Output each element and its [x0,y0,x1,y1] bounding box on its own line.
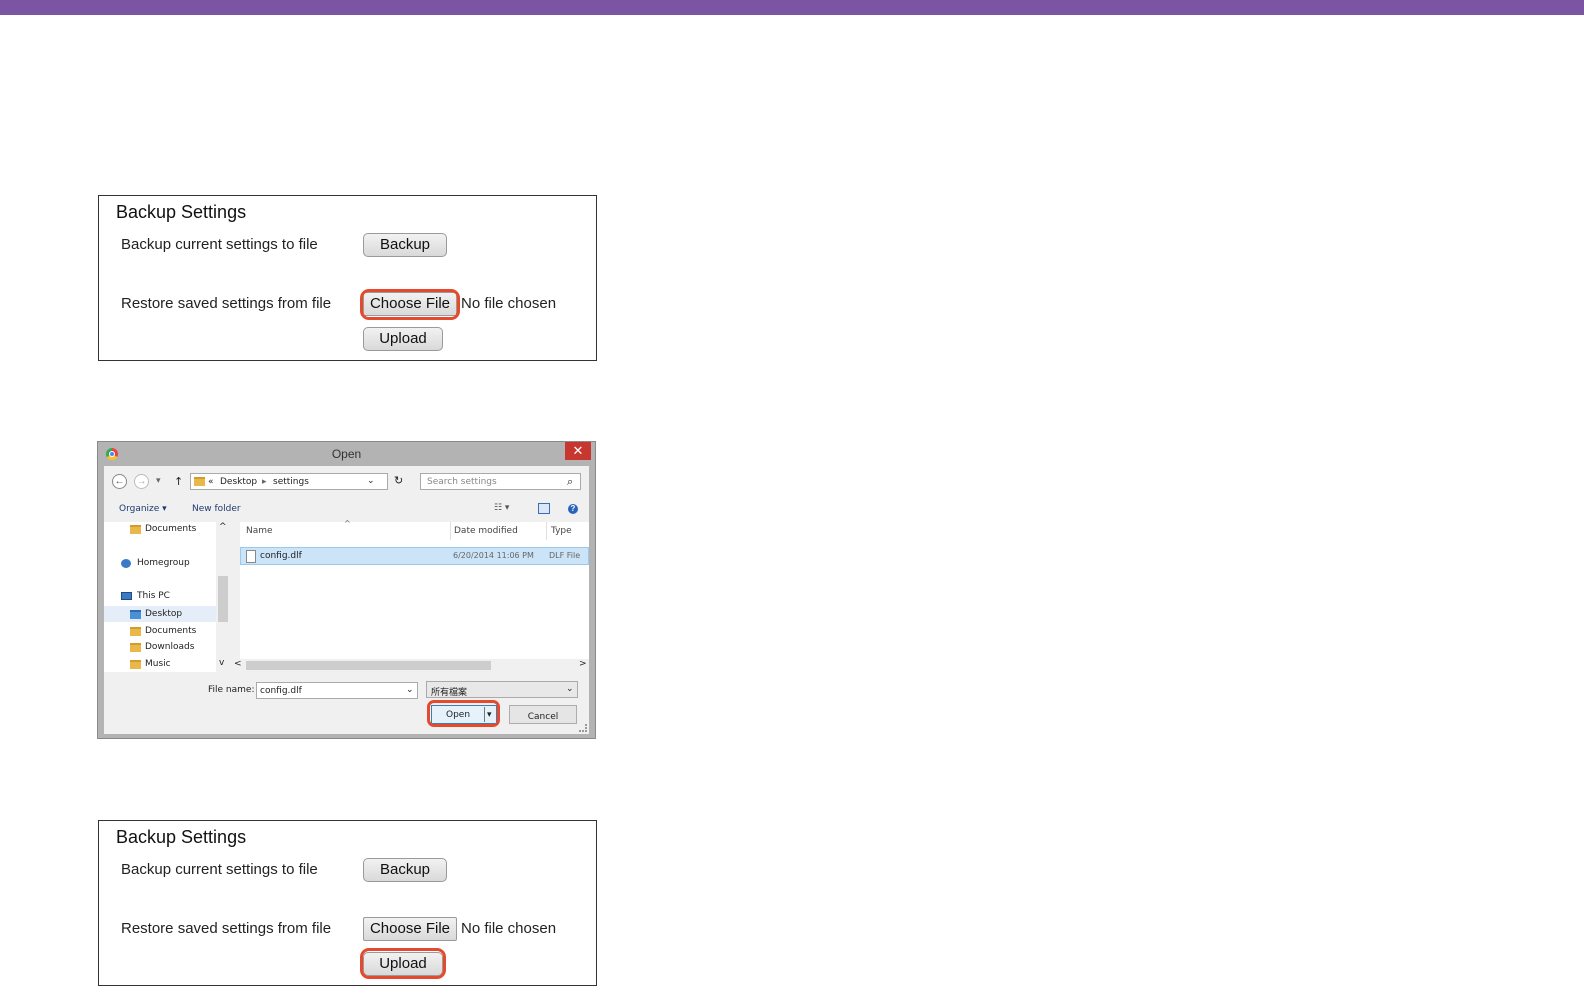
open-button[interactable]: Open ▾ [431,705,497,724]
scroll-left-icon[interactable]: < [234,659,242,669]
resize-grip-icon[interactable] [579,724,587,732]
folder-icon [130,525,141,534]
navigation-pane: Documents Homegroup This PC Desktop Docu… [104,522,230,672]
file-date: 6/20/2014 11:06 PM [453,551,534,560]
backup-label: Backup current settings to file [121,861,318,878]
file-row[interactable]: config.dlf 6/20/2014 11:06 PM DLF File [240,547,589,565]
open-button-label: Open [446,710,471,720]
panel-title: Backup Settings [116,827,247,847]
search-input[interactable]: Search settings ⌕ [420,473,581,490]
scroll-down-icon[interactable]: v [219,658,224,668]
forward-icon[interactable]: → [134,474,149,489]
file-name-dropdown-icon[interactable]: ⌄ [406,685,414,695]
file-scroll-thumb[interactable] [246,661,491,670]
column-type[interactable]: Type [551,526,572,536]
split-divider [484,707,485,722]
dialog-titlebar: Open ✕ [98,442,595,466]
file-type-filter-value: 所有檔案 [431,688,468,698]
recent-locations-icon[interactable]: ▾ [156,476,161,486]
search-icon: ⌕ [567,475,574,488]
file-type-filter[interactable]: 所有檔案 ⌄ [426,681,578,698]
breadcrumb-settings[interactable]: settings [273,477,309,487]
column-divider [450,522,451,540]
nav-item-music[interactable]: Music [145,659,171,669]
music-folder-icon [130,660,141,669]
file-list-pane: Name ^ Date modified Type [240,519,589,672]
breadcrumb-separator-icon: ▸ [262,477,267,487]
no-file-text: No file chosen [461,920,557,937]
path-prefix: « [208,477,214,487]
close-button[interactable]: ✕ [565,442,591,460]
filter-dropdown-icon[interactable]: ⌄ [566,684,574,694]
up-arrow-icon[interactable]: ↑ [174,475,183,488]
file-hscrollbar[interactable]: < > [230,659,589,672]
new-folder-button[interactable]: New folder [192,504,241,514]
search-placeholder: Search settings [427,477,497,487]
folder-icon [194,477,205,486]
backup-settings-panel-1: Backup Settings Backup current settings … [98,195,597,361]
file-name: config.dlf [260,551,302,561]
choose-file-button[interactable]: Choose File [363,917,457,941]
breadcrumb-desktop[interactable]: Desktop [220,477,257,487]
back-icon[interactable]: ← [112,474,127,489]
views-icon[interactable]: ☷ ▾ [494,503,509,513]
dialog-title: Open [331,447,362,461]
sort-ascending-icon: ^ [344,519,351,528]
address-bar[interactable]: « Desktop ▸ settings ⌄ [190,473,388,490]
computer-icon [121,592,132,600]
no-file-text: No file chosen [461,295,557,312]
upload-button[interactable]: Upload [363,952,443,976]
downloads-folder-icon [130,643,141,652]
dialog-body: ← → ▾ ↑ « Desktop ▸ settings ⌄ ↻ Search … [104,466,589,734]
backup-label: Backup current settings to file [121,236,318,253]
nav-item-downloads[interactable]: Downloads [145,642,194,652]
nav-item-documents[interactable]: Documents [145,626,196,636]
nav-scroll-thumb[interactable] [218,576,228,622]
documents-folder-icon [130,627,141,636]
file-type: DLF File [549,551,581,560]
file-name-label: File name: [208,685,255,695]
choose-file-button[interactable]: Choose File [363,292,457,316]
refresh-icon[interactable]: ↻ [394,474,403,487]
header-bar [0,0,1584,15]
scroll-up-icon[interactable]: ^ [219,522,227,532]
backup-settings-panel-2: Backup Settings Backup current settings … [98,820,597,986]
preview-pane-icon[interactable] [538,503,550,514]
organize-menu[interactable]: Organize ▾ [119,504,167,514]
homegroup-icon [121,559,131,568]
backup-button[interactable]: Backup [363,858,447,882]
nav-item-documents-top[interactable]: Documents [145,524,196,534]
nav-item-desktop[interactable]: Desktop [145,609,182,619]
restore-label: Restore saved settings from file [121,920,332,937]
nav-item-this-pc[interactable]: This PC [137,591,170,601]
open-dropdown-icon[interactable]: ▾ [487,707,492,724]
column-name[interactable]: Name [246,526,273,536]
open-file-dialog: Open ✕ ← → ▾ ↑ « Desktop ▸ settings ⌄ ↻ … [97,441,596,739]
help-icon[interactable]: ? [568,504,578,514]
cancel-button[interactable]: Cancel [509,705,577,724]
panel-title: Backup Settings [116,202,247,222]
nav-scrollbar[interactable]: ^ v [216,522,230,672]
column-date-modified[interactable]: Date modified [454,526,518,536]
backup-button[interactable]: Backup [363,233,447,257]
upload-button[interactable]: Upload [363,327,443,351]
desktop-folder-icon [130,610,141,619]
column-divider [546,522,547,540]
file-name-input[interactable]: config.dlf ⌄ [256,682,418,699]
nav-item-homegroup[interactable]: Homegroup [137,558,190,568]
restore-label: Restore saved settings from file [121,295,332,312]
cancel-button-label: Cancel [527,712,559,722]
address-dropdown-icon[interactable]: ⌄ [367,476,375,486]
file-name-value: config.dlf [260,686,302,696]
scroll-right-icon[interactable]: > [579,659,587,669]
file-icon [246,550,256,563]
